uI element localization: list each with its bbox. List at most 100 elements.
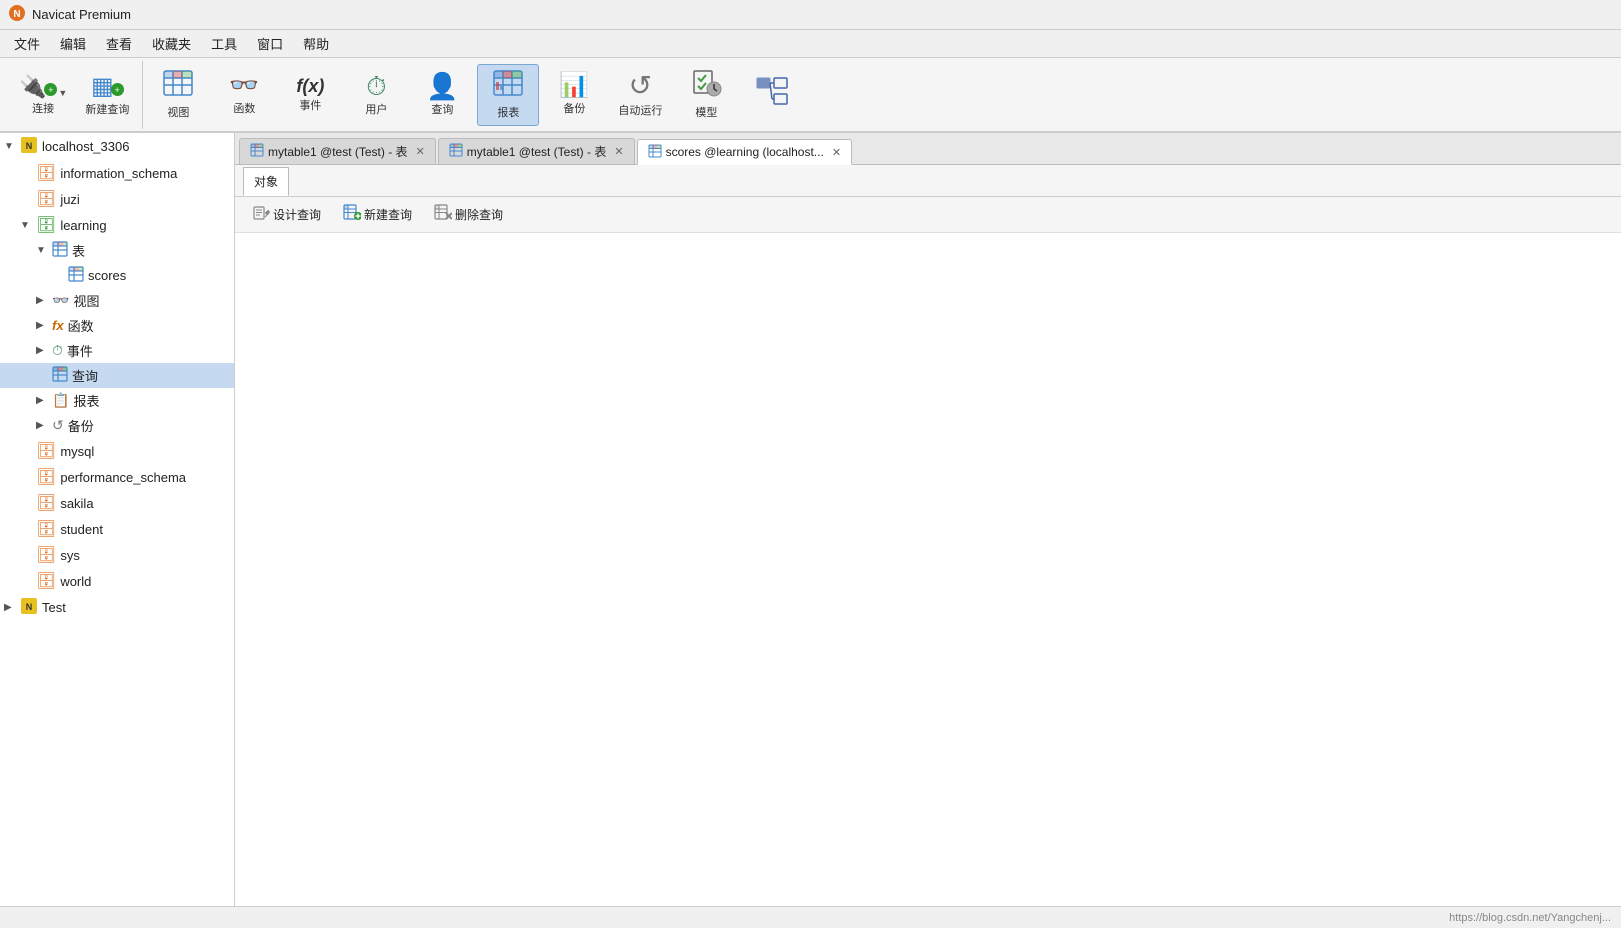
- connect-button[interactable]: 🔌 + ▼ 连接: [12, 64, 74, 126]
- toolbar-event-button[interactable]: ⏱ 用户: [345, 64, 407, 126]
- connection-localhost[interactable]: ▼ N localhost_3306: [0, 133, 234, 160]
- delete-query-button[interactable]: 删除查询: [425, 200, 512, 229]
- tables-icon: [52, 241, 68, 260]
- db-label-sys: sys: [60, 548, 80, 563]
- expand-arrow-localhost: ▼: [4, 141, 20, 152]
- menu-file[interactable]: 文件: [4, 31, 50, 56]
- menu-window[interactable]: 窗口: [247, 31, 293, 56]
- folder-tables[interactable]: ▼ 表: [0, 238, 234, 263]
- sidebar: ▼ N localhost_3306 🗄 information_schema …: [0, 133, 235, 906]
- menu-help[interactable]: 帮助: [293, 31, 339, 56]
- design-query-icon: [252, 205, 270, 225]
- app-logo: N: [8, 4, 26, 25]
- db-world[interactable]: 🗄 world: [0, 568, 234, 594]
- tab3-label: scores @learning (localhost...: [666, 145, 824, 159]
- svg-text:N: N: [26, 141, 33, 151]
- menu-favorites[interactable]: 收藏夹: [142, 31, 201, 56]
- toolbar-model-button[interactable]: [741, 64, 803, 126]
- menu-view[interactable]: 查看: [96, 31, 142, 56]
- folder-backup-label: 备份: [68, 416, 94, 435]
- folder-events-label: 事件: [67, 341, 93, 360]
- toolbar-table-button[interactable]: 视图: [147, 64, 209, 126]
- db-learning[interactable]: ▼ 🗄 learning: [0, 212, 234, 238]
- folder-tables-label: 表: [72, 241, 85, 260]
- db-label-performance: performance_schema: [60, 470, 186, 485]
- folder-backup[interactable]: ▶ ↺ 备份: [0, 413, 234, 438]
- db-label-mysql: mysql: [60, 444, 94, 459]
- folder-queries[interactable]: 查询: [0, 363, 234, 388]
- table-scores[interactable]: scores: [0, 263, 234, 288]
- obj-tab-objects[interactable]: 对象: [243, 167, 289, 196]
- toolbar-user-button[interactable]: 👤 查询: [411, 64, 473, 126]
- newquery-action-button[interactable]: 新建查询: [334, 200, 421, 229]
- toolbar: 🔌 + ▼ 连接 ▦ + 新建查询: [0, 58, 1621, 133]
- newquery-toolbar-label: 新建查询: [85, 101, 129, 117]
- toolbar-table-label: 视图: [167, 104, 189, 120]
- db-icon-mysql: 🗄: [36, 441, 56, 461]
- backup-folder-icon: ↺: [52, 417, 64, 434]
- menu-tools[interactable]: 工具: [201, 31, 247, 56]
- tab-1[interactable]: mytable1 @test (Test) - 表 ✕: [239, 138, 436, 164]
- tab2-close[interactable]: ✕: [614, 145, 623, 158]
- test-label: Test: [42, 600, 66, 615]
- db-label-world: world: [60, 574, 91, 589]
- tab3-close[interactable]: ✕: [832, 146, 841, 159]
- actionbar: 设计查询 新建查询: [235, 197, 1621, 233]
- db-icon-learning: 🗄: [36, 215, 56, 235]
- views-icon: 👓: [52, 292, 69, 309]
- folder-views[interactable]: ▶ 👓 视图: [0, 288, 234, 313]
- folder-views-label: 视图: [73, 291, 99, 310]
- toolbar-autorun-label: 模型: [695, 104, 717, 120]
- svg-text:N: N: [26, 602, 33, 612]
- db-icon-student: 🗄: [36, 519, 56, 539]
- db-label-learning: learning: [60, 218, 106, 233]
- db-label-sakila: sakila: [60, 496, 93, 511]
- db-information-schema[interactable]: 🗄 information_schema: [0, 160, 234, 186]
- folder-events[interactable]: ▶ ⏱ 事件: [0, 338, 234, 363]
- scores-icon: [68, 266, 84, 285]
- db-icon-sakila: 🗄: [36, 493, 56, 513]
- db-mysql[interactable]: 🗄 mysql: [0, 438, 234, 464]
- toolbar-user-label: 查询: [431, 101, 453, 117]
- folder-reports[interactable]: ▶ 📋 报表: [0, 388, 234, 413]
- toolbar-query-button[interactable]: 报表: [477, 64, 539, 126]
- folder-functions-label: 函数: [68, 316, 94, 335]
- svg-text:N: N: [13, 9, 20, 20]
- toolbar-report-label: 备份: [563, 100, 585, 116]
- connect-label: 连接: [32, 100, 54, 116]
- folder-functions[interactable]: ▶ fx 函数: [0, 313, 234, 338]
- db-performance-schema[interactable]: 🗄 performance_schema: [0, 464, 234, 490]
- delete-query-icon: [434, 204, 452, 225]
- main-area: ▼ N localhost_3306 🗄 information_schema …: [0, 133, 1621, 906]
- db-sys[interactable]: 🗄 sys: [0, 542, 234, 568]
- toolbar-func-label: 事件: [299, 97, 321, 113]
- design-query-label: 设计查询: [273, 206, 321, 223]
- menubar: 文件 编辑 查看 收藏夹 工具 窗口 帮助: [0, 30, 1621, 58]
- tab-3[interactable]: scores @learning (localhost... ✕: [637, 139, 852, 165]
- newquery-action-icon: [343, 204, 361, 225]
- toolbar-view-button[interactable]: 👓 函数: [213, 64, 275, 126]
- tab-2[interactable]: mytable1 @test (Test) - 表 ✕: [438, 138, 635, 164]
- db-sakila[interactable]: 🗄 sakila: [0, 490, 234, 516]
- toolbar-report-button[interactable]: 📊 备份: [543, 64, 605, 126]
- toolbar-autorun-button[interactable]: 模型: [675, 64, 737, 126]
- tab3-icon: [648, 144, 662, 161]
- tab2-label: mytable1 @test (Test) - 表: [467, 143, 607, 160]
- db-icon-world: 🗄: [36, 571, 56, 591]
- newquery-toolbar-button[interactable]: ▦ + 新建查询: [78, 64, 136, 126]
- objectbar: 对象: [235, 165, 1621, 197]
- tab1-icon: [250, 143, 264, 160]
- tab1-close[interactable]: ✕: [416, 145, 425, 158]
- menu-edit[interactable]: 编辑: [50, 31, 96, 56]
- connection-test[interactable]: ▶ N Test: [0, 594, 234, 621]
- titlebar: N Navicat Premium: [0, 0, 1621, 30]
- toolbar-backup-button[interactable]: ↺ 自动运行: [609, 64, 671, 126]
- folder-reports-label: 报表: [73, 391, 99, 410]
- db-student[interactable]: 🗄 student: [0, 516, 234, 542]
- toolbar-backup-label: 自动运行: [618, 102, 662, 118]
- db-juzi[interactable]: 🗄 juzi: [0, 186, 234, 212]
- toolbar-func-button[interactable]: f(x) 事件: [279, 64, 341, 126]
- test-icon: N: [20, 597, 38, 618]
- design-query-button[interactable]: 设计查询: [243, 201, 330, 229]
- db-label-student: student: [60, 522, 103, 537]
